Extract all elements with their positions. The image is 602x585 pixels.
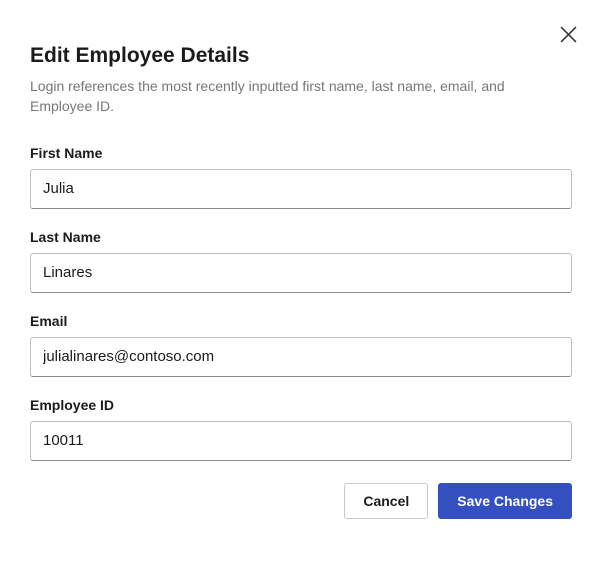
first-name-label: First Name (30, 145, 572, 161)
first-name-input[interactable] (30, 169, 572, 209)
last-name-label: Last Name (30, 229, 572, 245)
cancel-button[interactable]: Cancel (344, 483, 428, 519)
employee-id-input[interactable] (30, 421, 572, 461)
first-name-group: First Name (30, 145, 572, 209)
email-input[interactable] (30, 337, 572, 377)
save-changes-button[interactable]: Save Changes (438, 483, 572, 519)
last-name-group: Last Name (30, 229, 572, 293)
last-name-input[interactable] (30, 253, 572, 293)
button-row: Cancel Save Changes (30, 483, 572, 519)
employee-id-label: Employee ID (30, 397, 572, 413)
dialog-title: Edit Employee Details (30, 44, 572, 68)
email-group: Email (30, 313, 572, 377)
close-button[interactable] (556, 22, 580, 46)
dialog-subtitle: Login references the most recently input… (30, 76, 550, 117)
close-icon (560, 26, 577, 43)
email-label: Email (30, 313, 572, 329)
employee-id-group: Employee ID (30, 397, 572, 461)
